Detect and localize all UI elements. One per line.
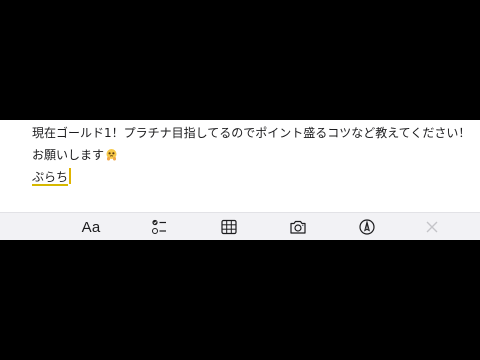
close-button[interactable] xyxy=(418,213,446,240)
format-button[interactable]: Aa xyxy=(77,213,105,240)
note-line-3: ぷらち xyxy=(32,166,472,188)
camera-icon xyxy=(289,218,307,236)
camera-button[interactable] xyxy=(284,213,312,240)
text-format-icon: Aa xyxy=(81,218,101,236)
pen-icon xyxy=(358,218,376,236)
note-line-1: 現在ゴールド1！プラチナ目指してるのでポイント盛るコツなど教えてください！ xyxy=(32,126,471,140)
checklist-icon xyxy=(151,218,169,236)
table-button[interactable] xyxy=(215,213,243,240)
editing-word: ぷらち xyxy=(32,170,69,184)
bottom-toolbar: Aa xyxy=(0,212,480,240)
pleading-hands-emoji-icon xyxy=(105,146,118,161)
checklist-button[interactable] xyxy=(146,213,174,240)
close-icon xyxy=(424,219,440,235)
text-cursor xyxy=(69,168,71,184)
note-line-2: お願いします xyxy=(32,144,472,166)
notes-editor-screen: 現在ゴールド1！プラチナ目指してるのでポイント盛るコツなど教えてください！ お願… xyxy=(0,120,480,240)
note-line-2-text: お願いします xyxy=(32,148,105,162)
markup-button[interactable] xyxy=(353,213,381,240)
note-text-area[interactable]: 現在ゴールド1！プラチナ目指してるのでポイント盛るコツなど教えてください！ お願… xyxy=(32,122,472,188)
table-icon xyxy=(220,218,238,236)
video-frame: 現在ゴールド1！プラチナ目指してるのでポイント盛るコツなど教えてください！ お願… xyxy=(0,0,480,360)
